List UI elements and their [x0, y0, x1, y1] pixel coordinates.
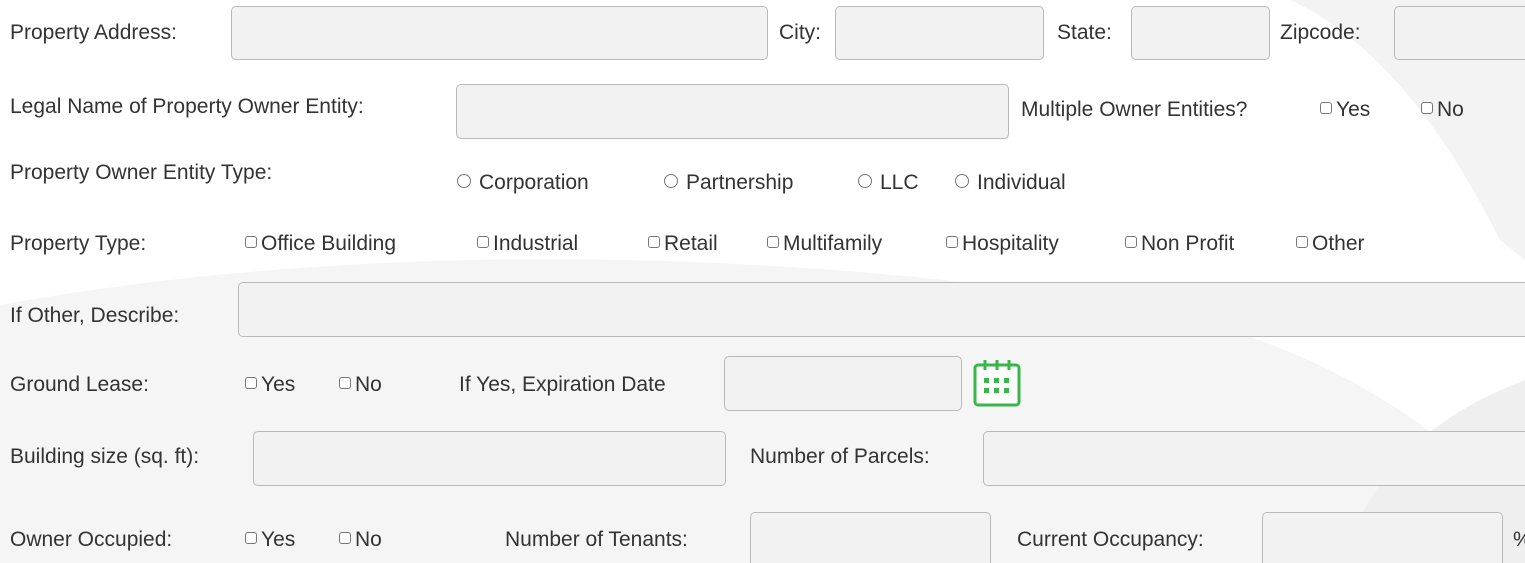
checkbox[interactable]	[339, 377, 351, 390]
ground-lease-no-option[interactable]: No	[339, 372, 382, 398]
multiple-owner-yes-option[interactable]: Yes	[1320, 97, 1370, 123]
radio-button[interactable]	[858, 174, 872, 189]
option-label: Yes	[261, 373, 296, 396]
option-label: Industrial	[493, 232, 579, 255]
option-label: Office Building	[261, 232, 397, 255]
zipcode-label: Zipcode:	[1280, 21, 1361, 44]
option-label: No	[1437, 98, 1464, 121]
option-label: No	[355, 373, 382, 396]
property-type-label: Property Type:	[10, 232, 147, 255]
entity-type-corporation-option[interactable]: Corporation	[457, 170, 589, 196]
checkbox[interactable]	[946, 236, 958, 249]
option-label: Other	[1312, 232, 1365, 255]
checkbox[interactable]	[648, 236, 660, 249]
option-label: Retail	[664, 232, 718, 255]
percent-sign: %	[1513, 527, 1525, 553]
checkbox[interactable]	[1125, 236, 1137, 249]
number-of-parcels-input[interactable]	[983, 431, 1525, 486]
expiration-date-input[interactable]	[724, 356, 962, 411]
property-type-industrial-option[interactable]: Industrial	[477, 231, 578, 257]
option-label: Corporation	[479, 171, 589, 194]
checkbox[interactable]	[477, 236, 489, 249]
number-of-tenants-label: Number of Tenants:	[505, 528, 688, 551]
state-label: State:	[1057, 21, 1112, 44]
other-describe-label: If Other, Describe:	[10, 304, 180, 327]
checkbox[interactable]	[245, 377, 257, 390]
property-type-retail-option[interactable]: Retail	[648, 231, 718, 257]
radio-button[interactable]	[664, 174, 678, 189]
option-label: Individual	[977, 171, 1066, 194]
other-describe-input[interactable]	[238, 282, 1525, 337]
checkbox[interactable]	[767, 236, 779, 249]
owner-occupied-yes-option[interactable]: Yes	[245, 527, 295, 553]
property-type-other-option[interactable]: Other	[1296, 231, 1365, 257]
entity-type-label: Property Owner Entity Type:	[10, 161, 273, 184]
radio-button[interactable]	[955, 174, 969, 189]
option-label: No	[355, 528, 382, 551]
option-label: Multifamily	[783, 232, 883, 255]
zipcode-input[interactable]	[1394, 6, 1525, 60]
checkbox[interactable]	[245, 236, 257, 249]
calendar-icon[interactable]	[972, 358, 1034, 410]
option-label: LLC	[880, 171, 919, 194]
owner-occupied-no-option[interactable]: No	[339, 527, 382, 553]
owner-entity-input[interactable]	[456, 84, 1009, 139]
building-size-input[interactable]	[253, 431, 726, 486]
checkbox[interactable]	[245, 532, 257, 545]
option-label: Partnership	[686, 171, 794, 194]
entity-type-individual-option[interactable]: Individual	[955, 170, 1066, 196]
checkbox[interactable]	[1421, 102, 1433, 115]
multiple-owner-no-option[interactable]: No	[1421, 97, 1464, 123]
owner-occupied-label: Owner Occupied:	[10, 528, 173, 551]
entity-type-llc-option[interactable]: LLC	[858, 170, 919, 196]
owner-entity-label: Legal Name of Property Owner Entity:	[10, 95, 364, 118]
building-size-label: Building size (sq. ft):	[10, 445, 200, 468]
option-label: Yes	[1336, 98, 1371, 121]
property-type-hospitality-option[interactable]: Hospitality	[946, 231, 1059, 257]
city-label: City:	[779, 21, 821, 44]
property-type-office-option[interactable]: Office Building	[245, 231, 396, 257]
state-input[interactable]	[1131, 6, 1270, 60]
current-occupancy-input[interactable]	[1262, 512, 1503, 563]
ground-lease-yes-option[interactable]: Yes	[245, 372, 295, 398]
property-type-multifamily-option[interactable]: Multifamily	[767, 231, 882, 257]
multiple-owner-label: Multiple Owner Entities?	[1021, 98, 1248, 121]
option-label: Non Profit	[1141, 232, 1235, 255]
radio-button[interactable]	[457, 174, 471, 189]
option-label: Hospitality	[962, 232, 1059, 255]
checkbox[interactable]	[1320, 102, 1332, 115]
property-address-label: Property Address:	[10, 21, 177, 44]
city-input[interactable]	[835, 6, 1044, 60]
property-address-input[interactable]	[231, 6, 768, 60]
ground-lease-label: Ground Lease:	[10, 373, 149, 396]
entity-type-partnership-option[interactable]: Partnership	[664, 170, 793, 196]
number-of-tenants-input[interactable]	[750, 512, 991, 563]
number-of-parcels-label: Number of Parcels:	[750, 445, 930, 468]
option-label: Yes	[261, 528, 296, 551]
expiration-date-label: If Yes, Expiration Date	[459, 373, 666, 396]
checkbox[interactable]	[1296, 236, 1308, 249]
checkbox[interactable]	[339, 532, 351, 545]
property-type-nonprofit-option[interactable]: Non Profit	[1125, 231, 1234, 257]
current-occupancy-label: Current Occupancy:	[1017, 528, 1204, 551]
